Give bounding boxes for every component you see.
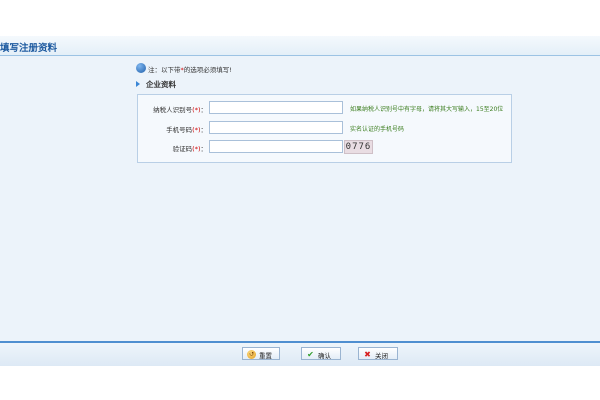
title-bar: 填写注册资料 bbox=[0, 36, 600, 56]
bottom-toolbar: ↺ 重置 ✔ 确认 ✖ 关闭 bbox=[0, 341, 600, 366]
tax-id-colon: ： bbox=[200, 106, 208, 114]
form-row-mobile: 手机号码(*)： 实名认证的手机号码 bbox=[138, 121, 511, 135]
checkmark-icon: ✔ bbox=[307, 350, 314, 359]
reset-button[interactable]: ↺ 重置 bbox=[242, 347, 280, 360]
close-button[interactable]: ✖ 关闭 bbox=[358, 347, 398, 360]
verification-code-input[interactable] bbox=[209, 140, 343, 153]
section-title: 企业资料 bbox=[146, 80, 176, 89]
form-panel: 注：以下带*的选项必须填写! 企业资料 纳税人识别号(*)： 如果纳税人识别号中… bbox=[0, 56, 600, 341]
mobile-input[interactable] bbox=[209, 121, 343, 134]
mobile-label: 手机号码(*)： bbox=[166, 124, 207, 134]
mobile-hint: 实名认证的手机号码 bbox=[350, 126, 405, 133]
close-button-label: 关闭 bbox=[375, 352, 388, 360]
company-info-form: 纳税人识别号(*)： 如果纳税人识别号中有字母，请将其大写输入，15至20位 手… bbox=[137, 94, 512, 163]
verification-code-colon: ： bbox=[200, 145, 208, 153]
arrow-right-icon bbox=[136, 81, 140, 87]
footer-blank-area bbox=[0, 366, 600, 400]
tax-id-label: 纳税人识别号(*)： bbox=[153, 104, 207, 114]
tax-id-hint: 如果纳税人识别号中有字母，请将其大写输入，15至20位 bbox=[350, 106, 504, 113]
info-icon bbox=[136, 63, 146, 73]
reset-icon: ↺ bbox=[247, 350, 256, 359]
captcha-image[interactable]: 0776 bbox=[344, 140, 373, 154]
confirm-button-label: 确认 bbox=[318, 352, 331, 360]
close-icon: ✖ bbox=[364, 350, 371, 359]
tax-id-required-mark: (*) bbox=[192, 106, 201, 114]
notice-text: 注：以下带*的选项必须填写! bbox=[148, 64, 232, 74]
mobile-label-text: 手机号码 bbox=[166, 126, 193, 134]
form-row-tax-id: 纳税人识别号(*)： 如果纳税人识别号中有字母，请将其大写输入，15至20位 bbox=[138, 101, 511, 115]
notice-suffix: 的选项必须填写! bbox=[183, 66, 232, 74]
mobile-required-mark: (*) bbox=[192, 126, 201, 134]
notice-prefix: 注：以下带 bbox=[148, 66, 181, 74]
tax-id-input[interactable] bbox=[209, 101, 343, 114]
verification-code-label-text: 验证码 bbox=[172, 145, 193, 153]
form-row-verification-code: 验证码(*)： 0776 bbox=[138, 140, 511, 154]
verification-code-label: 验证码(*)： bbox=[173, 143, 207, 153]
mobile-colon: ： bbox=[200, 126, 208, 134]
tax-id-label-text: 纳税人识别号 bbox=[153, 106, 193, 114]
confirm-button[interactable]: ✔ 确认 bbox=[301, 347, 341, 360]
page-title: 填写注册资料 bbox=[0, 43, 58, 54]
verification-code-required-mark: (*) bbox=[192, 145, 201, 153]
top-blank-area bbox=[0, 0, 600, 36]
reset-button-label: 重置 bbox=[259, 352, 272, 360]
